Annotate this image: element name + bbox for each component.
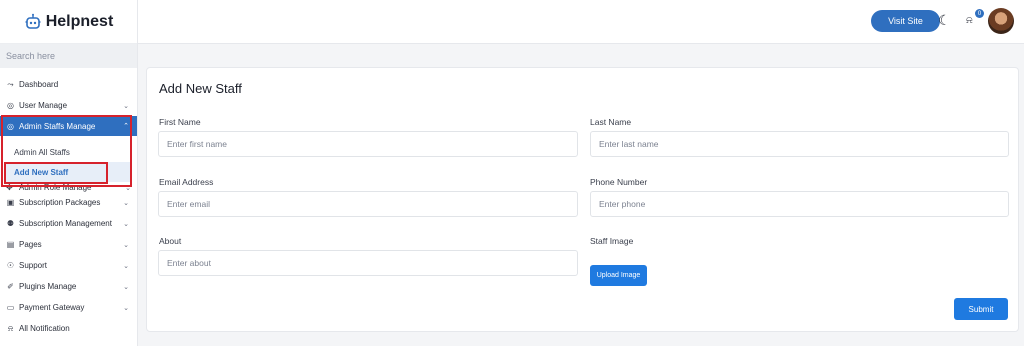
chevron-down-icon: ⌄: [123, 220, 129, 228]
phone-label: Phone Number: [590, 177, 648, 187]
pages-icon: ▤: [6, 240, 15, 249]
visit-site-button[interactable]: Visit Site: [871, 10, 940, 32]
email-input[interactable]: [158, 191, 578, 217]
last-name-input[interactable]: [590, 131, 1009, 157]
notification-badge: 0: [975, 9, 984, 18]
bell-icon: ⍾: [7, 323, 14, 333]
sidebar-item-subscription-management[interactable]: ⚉ Subscription Management ⌄: [0, 213, 137, 234]
sidebar-item-label: Subscription Packages: [19, 198, 101, 207]
sidebar-item-support[interactable]: ☉ Support ⌄: [0, 255, 137, 276]
moon-icon[interactable]: ☾: [938, 12, 952, 28]
sidebar-item-plugins-manage[interactable]: ✐ Plugins Manage ⌄: [0, 276, 137, 297]
phone-input[interactable]: [590, 191, 1009, 217]
staff-image-label: Staff Image: [590, 236, 634, 246]
sidebar-search-input[interactable]: [6, 51, 131, 61]
chevron-down-icon: ⌄: [123, 199, 129, 207]
chevron-down-icon: ⌄: [123, 262, 129, 270]
chevron-down-icon: ⌄: [123, 241, 129, 249]
sidebar-search: [0, 44, 137, 68]
support-icon: ☉: [6, 261, 15, 270]
sidebar-item-label: User Manage: [19, 101, 68, 110]
sidebar-item-label: Dashboard: [19, 80, 59, 89]
sidebar-item-dashboard[interactable]: ⤳ Dashboard: [0, 74, 137, 95]
chevron-down-icon: ⌄: [123, 283, 129, 291]
add-staff-card: Add New Staff First Name Last Name Email…: [146, 67, 1019, 332]
robot-logo-icon: [25, 13, 41, 29]
sidebar-item-all-notification[interactable]: ⍾ All Notification: [0, 318, 137, 339]
sidebar-item-label: Support: [19, 261, 48, 270]
sidebar: Helpnest ⤳ Dashboard ◎ User Manage ⌄ ◎ A…: [0, 0, 138, 346]
sidebar-item-pages[interactable]: ▤ Pages ⌄: [0, 234, 137, 255]
sidebar-item-label: All Notification: [19, 324, 70, 333]
brand-name: Helpnest: [45, 12, 114, 30]
top-header: Visit Site ☾ ⍾ 0: [138, 0, 1024, 44]
sidebar-item-label: Subscription Management: [19, 219, 112, 228]
plug-icon: ✐: [7, 282, 14, 291]
sidebar-item-label: Plugins Manage: [19, 282, 77, 291]
first-name-input[interactable]: [158, 131, 578, 157]
user-icon: ◎: [7, 101, 14, 110]
notification-bell-icon[interactable]: ⍾: [966, 15, 976, 27]
email-label: Email Address: [159, 177, 214, 187]
calendar-icon: ▣: [6, 198, 15, 207]
highlight-box-add-new-staff: [4, 162, 108, 184]
chevron-down-icon: ⌄: [123, 102, 129, 110]
sidebar-item-label: Payment Gateway: [19, 303, 85, 312]
sidebar-item-user-manage[interactable]: ◎ User Manage ⌄: [0, 95, 137, 116]
sidebar-item-payment-gateway[interactable]: ▭ Payment Gateway ⌄: [0, 297, 137, 318]
last-name-label: Last Name: [590, 117, 632, 127]
sidebar-menu: ⤳ Dashboard ◎ User Manage ⌄ ◎ Admin Staf…: [0, 74, 137, 339]
first-name-label: First Name: [159, 117, 201, 127]
dashboard-icon: ⤳: [7, 79, 14, 89]
brand[interactable]: Helpnest: [0, 0, 137, 44]
sidebar-item-subscription-packages[interactable]: ▣ Subscription Packages ⌄: [0, 192, 137, 213]
users-icon: ⚉: [6, 219, 15, 228]
about-input[interactable]: [158, 250, 578, 276]
sidebar-item-label: Pages: [19, 240, 42, 249]
chevron-down-icon: ⌄: [123, 304, 129, 312]
card-icon: ▭: [6, 303, 15, 312]
page-title: Add New Staff: [159, 81, 242, 96]
about-label: About: [159, 236, 182, 246]
submit-button[interactable]: Submit: [954, 298, 1008, 320]
upload-image-button[interactable]: Upload Image: [590, 265, 647, 286]
avatar[interactable]: [988, 8, 1014, 34]
